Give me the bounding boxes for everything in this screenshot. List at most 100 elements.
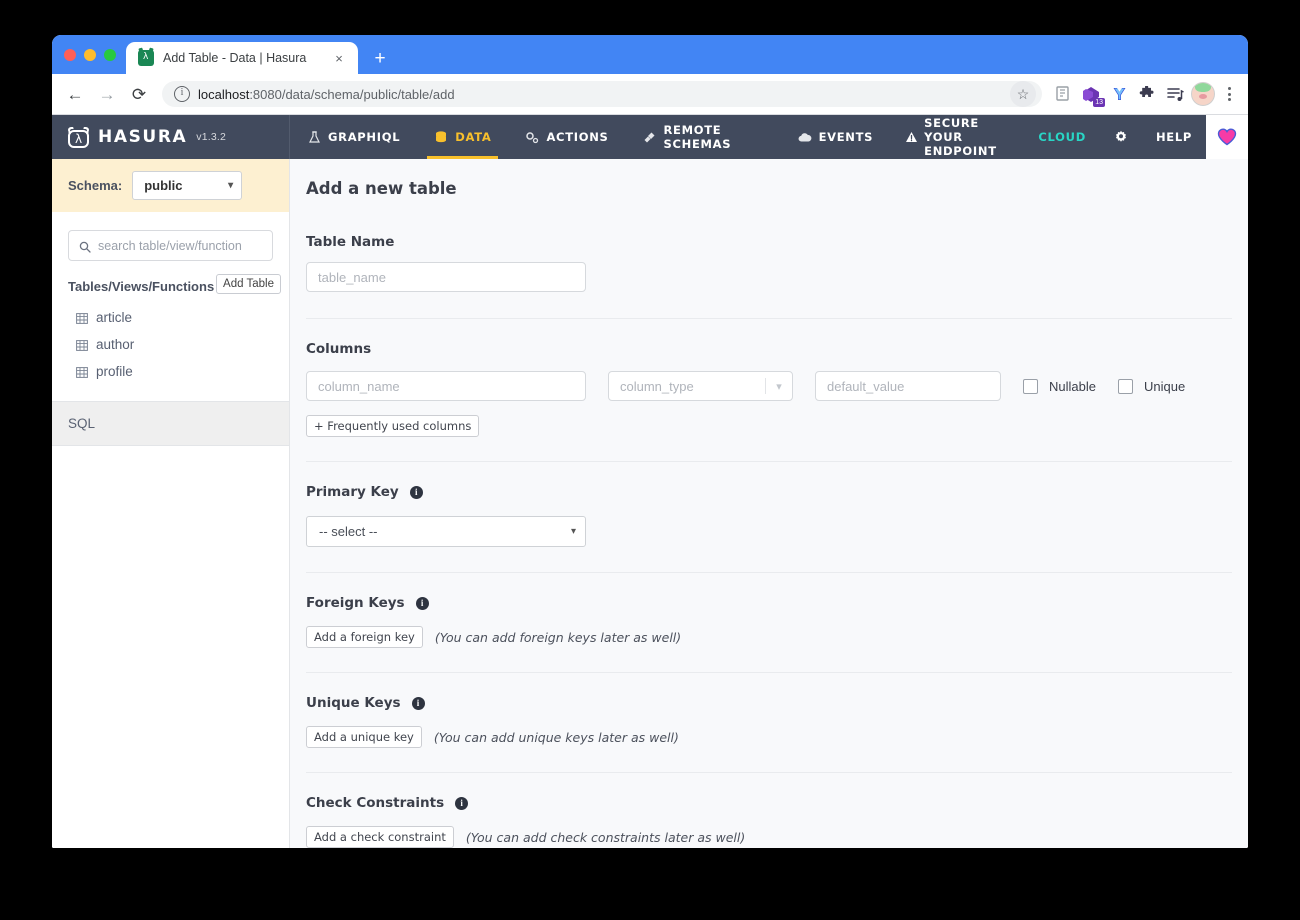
unique-keys-row: Add a unique key (You can add unique key… xyxy=(306,726,1232,748)
nav-label-remote-schemas: REMOTE SCHEMAS xyxy=(663,123,732,151)
secure-endpoint-link[interactable]: SECURE YOUR ENDPOINT xyxy=(890,115,1024,159)
list-item[interactable]: author xyxy=(68,331,273,358)
primary-key-select[interactable]: -- select -- ▾ xyxy=(306,516,586,547)
settings-link[interactable] xyxy=(1100,115,1142,159)
profile-avatar[interactable] xyxy=(1190,81,1216,107)
info-icon[interactable]: i xyxy=(411,696,425,710)
add-foreign-key-button[interactable]: Add a foreign key xyxy=(306,626,423,648)
foreign-keys-label-text: Foreign Keys xyxy=(306,595,405,611)
check-constraints-hint: (You can add check constraints later as … xyxy=(465,829,746,845)
table-name: profile xyxy=(96,364,133,379)
frequently-used-columns-button[interactable]: + Frequently used columns xyxy=(306,415,480,437)
table-list: article author profile xyxy=(68,304,273,385)
sidebar-item-sql[interactable]: SQL xyxy=(52,402,289,446)
reload-button[interactable]: ⟳ xyxy=(124,79,154,109)
add-table-button[interactable]: Add Table xyxy=(216,274,281,294)
hasura-brand[interactable]: λ HASURA v1.3.2 xyxy=(52,115,290,159)
hasura-logo-icon: λ xyxy=(67,126,90,148)
sidebar-filler xyxy=(52,446,289,848)
reader-extension-icon[interactable] xyxy=(1050,81,1076,107)
schema-select[interactable]: public ▾ xyxy=(132,171,243,200)
nullable-checkbox[interactable] xyxy=(1023,378,1038,394)
nav-items: GRAPHIQL DATA ACTIONS REMOTE SCHEMAS EVE… xyxy=(290,115,1248,159)
primary-key-value: -- select -- xyxy=(319,524,378,539)
column-type-select[interactable]: column_type ▾ xyxy=(608,371,793,401)
hasura-favicon: λ xyxy=(138,50,154,66)
unique-keys-hint: (You can add unique keys later as well) xyxy=(433,729,679,745)
info-icon[interactable]: i xyxy=(415,596,429,610)
default-value-placeholder: default_value xyxy=(827,378,905,394)
check-constraints-label-text: Check Constraints xyxy=(306,795,445,811)
nav-item-graphiql[interactable]: GRAPHIQL xyxy=(290,115,417,159)
unique-checkbox[interactable] xyxy=(1117,378,1133,394)
back-button[interactable]: ← xyxy=(60,79,90,109)
table-name: article xyxy=(96,310,133,325)
nav-item-actions[interactable]: ACTIONS xyxy=(508,115,625,159)
info-icon[interactable]: i xyxy=(409,485,423,499)
nav-item-remote-schemas[interactable]: REMOTE SCHEMAS xyxy=(626,115,781,159)
plug-icon xyxy=(643,130,657,144)
bookmark-star-icon[interactable]: ☆ xyxy=(1010,81,1036,107)
column-row: column_name column_type ▾ default_value xyxy=(306,371,1232,401)
y-extension-icon[interactable] xyxy=(1106,81,1132,107)
chevron-down-icon: ▾ xyxy=(570,525,576,537)
table-icon xyxy=(76,366,88,378)
list-item[interactable]: article xyxy=(68,304,273,331)
column-name-input[interactable]: column_name xyxy=(306,371,586,401)
browser-tab-strip: λ Add Table - Data | Hasura × + xyxy=(52,35,1248,74)
minimize-window-button[interactable] xyxy=(84,48,96,61)
warning-icon xyxy=(904,130,918,144)
search-table-input[interactable]: search table/view/function xyxy=(68,230,273,261)
address-bar[interactable]: i localhost:8080/data/schema/public/tabl… xyxy=(162,81,1042,107)
brand-version: v1.3.2 xyxy=(196,131,227,143)
table-name: author xyxy=(96,337,135,352)
tvf-label: Tables/Views/Functions (3) xyxy=(68,279,234,294)
nullable-checkbox-group[interactable]: Nullable xyxy=(1023,378,1096,394)
cloud-icon xyxy=(798,130,812,144)
unique-checkbox-group[interactable]: Unique xyxy=(1117,378,1186,394)
list-item[interactable]: profile xyxy=(68,358,273,385)
page-title: Add a new table xyxy=(306,179,457,198)
divider xyxy=(306,461,1232,462)
heart-button[interactable] xyxy=(1206,115,1248,159)
close-window-button[interactable] xyxy=(64,48,76,61)
table-icon xyxy=(76,312,88,324)
section-primary-key: Primary Key i -- select -- ▾ xyxy=(290,484,1248,547)
help-link[interactable]: HELP xyxy=(1142,115,1206,159)
info-icon[interactable]: i xyxy=(455,796,469,810)
table-name-input[interactable]: table_name xyxy=(306,262,586,292)
add-unique-key-button[interactable]: Add a unique key xyxy=(306,726,422,748)
default-value-input[interactable]: default_value xyxy=(815,371,1001,401)
schema-select-value: public xyxy=(144,178,183,193)
screen: λ Add Table - Data | Hasura × + ← → ⟳ i … xyxy=(0,0,1300,920)
hasura-top-nav: λ HASURA v1.3.2 GRAPHIQL DATA ACTIONS RE… xyxy=(52,115,1248,159)
main-content: Add a new table Table Name table_name Co… xyxy=(290,159,1248,848)
divider xyxy=(306,772,1232,773)
purple-extension-icon[interactable]: 13 xyxy=(1078,81,1105,107)
site-info-icon[interactable]: i xyxy=(174,86,190,102)
close-tab-button[interactable]: × xyxy=(330,49,348,67)
forward-button[interactable]: → xyxy=(92,79,122,109)
nav-item-data[interactable]: DATA xyxy=(417,115,508,159)
browser-menu-button[interactable] xyxy=(1218,81,1240,107)
section-columns: Columns column_name column_type ▾ defaul… xyxy=(290,341,1248,437)
cloud-link[interactable]: CLOUD xyxy=(1024,115,1100,159)
database-icon xyxy=(434,130,448,144)
brand-name: HASURA xyxy=(98,127,188,147)
schema-label: Schema: xyxy=(68,178,123,193)
new-tab-button[interactable]: + xyxy=(366,44,394,72)
flask-icon xyxy=(307,130,321,144)
playlist-extension-icon[interactable] xyxy=(1162,81,1188,107)
table-name-label: Table Name xyxy=(306,234,1232,250)
unique-label: Unique xyxy=(1143,378,1186,394)
section-table-name: Table Name table_name xyxy=(290,234,1248,292)
secure-endpoint-label: SECURE YOUR ENDPOINT xyxy=(924,116,997,158)
nav-item-events[interactable]: EVENTS xyxy=(781,115,891,159)
add-check-constraint-button[interactable]: Add a check constraint xyxy=(306,826,454,848)
column-name-placeholder: column_name xyxy=(318,378,400,394)
browser-tab[interactable]: λ Add Table - Data | Hasura × xyxy=(126,42,358,74)
primary-key-label: Primary Key i xyxy=(306,484,1232,500)
tab-title: Add Table - Data | Hasura xyxy=(163,51,307,65)
maximize-window-button[interactable] xyxy=(104,48,116,61)
puzzle-extension-icon[interactable] xyxy=(1134,81,1160,107)
